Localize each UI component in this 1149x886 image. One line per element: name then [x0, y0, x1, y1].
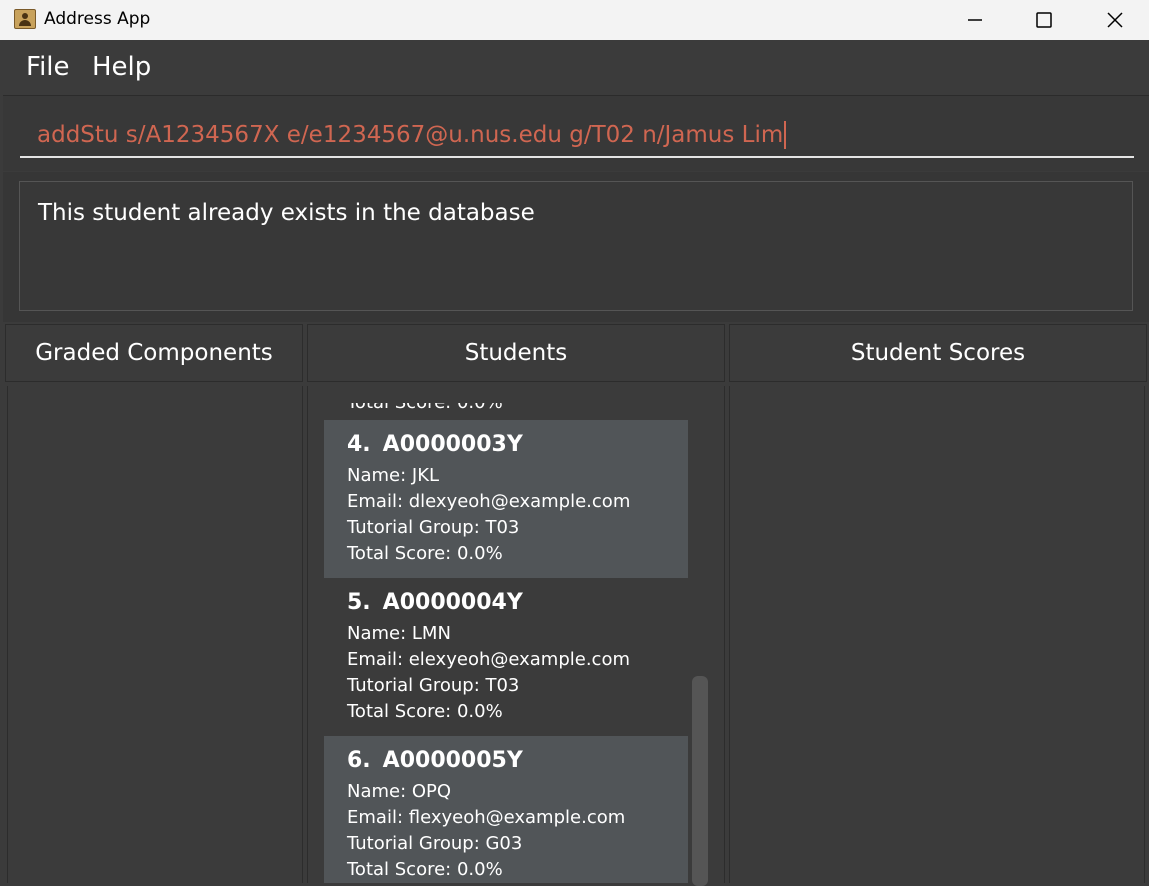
- student-index: 6.: [347, 748, 371, 773]
- student-score: Total Score: 0.0%: [347, 403, 503, 413]
- command-input[interactable]: addStu s/A1234567X e/e1234567@u.nus.edu …: [20, 114, 1134, 158]
- menu-help[interactable]: Help: [92, 52, 151, 82]
- student-id: A0000003Y: [382, 432, 523, 457]
- student-name: Name: OPQ: [347, 781, 452, 802]
- student-score: Total Score: 0.0%: [347, 543, 503, 564]
- student-list-scrollbar[interactable]: [692, 676, 708, 886]
- student-list[interactable]: Total Score: 0.0% 4. A0000003Y Name: JKL …: [324, 403, 688, 883]
- tab-student-scores[interactable]: Student Scores: [729, 324, 1147, 382]
- student-tutorial-group: Tutorial Group: T03: [347, 675, 520, 696]
- address-book-icon: [14, 9, 36, 29]
- close-icon: [1107, 12, 1123, 28]
- student-card[interactable]: 6. A0000005Y Name: OPQ Email: flexyeoh@ex…: [324, 736, 688, 883]
- student-id: A0000004Y: [382, 590, 523, 615]
- command-text: addStu s/A1234567X e/e1234567@u.nus.edu …: [37, 122, 784, 148]
- student-name: Name: LMN: [347, 623, 451, 644]
- student-tutorial-group: Tutorial Group: G03: [347, 833, 523, 854]
- result-display[interactable]: This student already exists in the datab…: [19, 181, 1133, 311]
- student-index: 4.: [347, 432, 371, 457]
- list-item[interactable]: Total Score: 0.0%: [324, 403, 688, 420]
- student-email: Email: elexyeoh@example.com: [347, 649, 630, 670]
- close-button[interactable]: [1092, 0, 1138, 40]
- student-index: 5.: [347, 590, 371, 615]
- minimize-button[interactable]: [952, 0, 998, 40]
- command-box: addStu s/A1234567X e/e1234567@u.nus.edu …: [3, 95, 1149, 171]
- student-tutorial-group: Tutorial Group: T03: [347, 517, 520, 538]
- title-bar: Address App: [0, 0, 1149, 40]
- result-display-container: This student already exists in the datab…: [3, 172, 1149, 322]
- students-panel: Total Score: 0.0% 4. A0000003Y Name: JKL …: [307, 386, 725, 886]
- maximize-button[interactable]: [1021, 0, 1067, 40]
- student-card[interactable]: 4. A0000003Y Name: JKL Email: dlexyeoh@ex…: [324, 420, 688, 578]
- result-message: This student already exists in the datab…: [38, 200, 535, 226]
- student-email: Email: dlexyeoh@example.com: [347, 491, 631, 512]
- student-score: Total Score: 0.0%: [347, 859, 503, 880]
- student-scores-list[interactable]: [729, 386, 1145, 883]
- student-score: Total Score: 0.0%: [347, 701, 503, 722]
- tab-students[interactable]: Students: [307, 324, 725, 382]
- graded-components-list[interactable]: [7, 386, 303, 883]
- tab-graded-components[interactable]: Graded Components: [5, 324, 303, 382]
- student-email: Email: flexyeoh@example.com: [347, 807, 626, 828]
- maximize-icon: [1036, 12, 1052, 28]
- menu-bar: File Help: [0, 42, 1149, 94]
- student-id: A0000005Y: [382, 748, 523, 773]
- student-name: Name: JKL: [347, 465, 440, 486]
- text-caret: [784, 121, 787, 149]
- minimize-icon: [968, 19, 982, 21]
- menu-file[interactable]: File: [26, 52, 70, 82]
- window-title: Address App: [44, 9, 151, 29]
- student-card[interactable]: 5. A0000004Y Name: LMN Email: elexyeoh@ex…: [324, 578, 688, 736]
